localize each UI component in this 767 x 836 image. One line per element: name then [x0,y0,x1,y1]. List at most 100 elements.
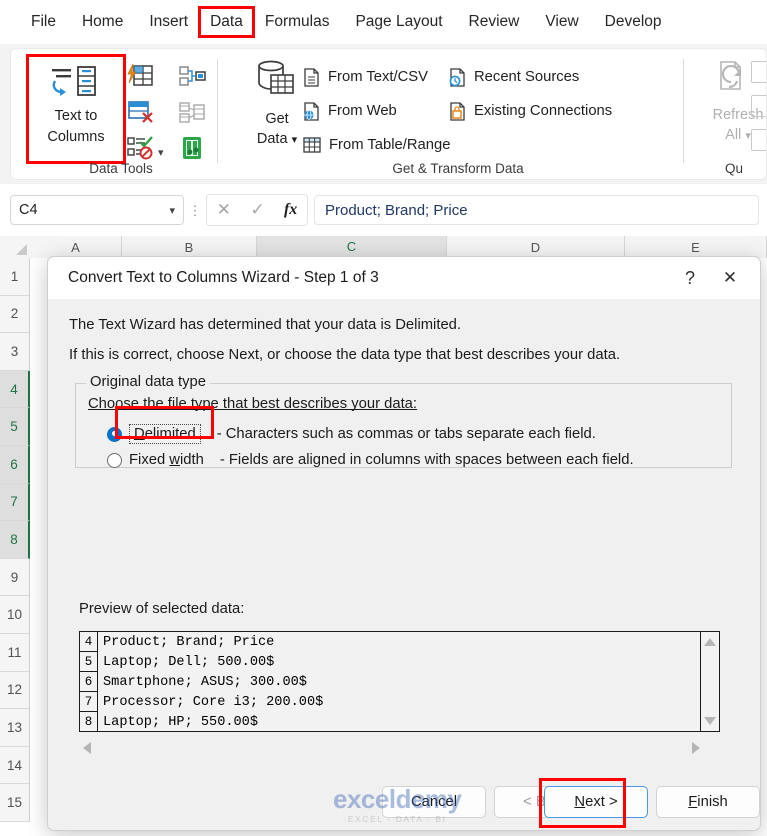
row-header-9[interactable]: 9 [0,558,30,597]
delimited-radio[interactable] [107,426,122,442]
row-header-2[interactable]: 2 [0,295,30,334]
preview-box[interactable]: 4 Product; Brand; Price 5 Laptop; Dell; … [79,631,720,732]
recent-sources-label: Recent Sources [474,69,580,85]
preview-row: 5 Laptop; Dell; 500.00$ [80,652,700,672]
row-header-15[interactable]: 15 [0,784,30,822]
recent-sources-icon [449,67,466,87]
finish-button[interactable]: Finish [656,786,760,818]
queries-stub-1[interactable] [751,61,766,83]
flash-fill-button[interactable] [123,61,157,91]
row-headers: 1 2 3 4 5 6 7 8 9 10 11 12 13 14 15 [0,258,30,822]
formula-bar-handle[interactable]: ⋮ [187,204,203,217]
refresh-all-chevron-down-icon[interactable]: ▾ [745,130,751,142]
name-box-chevron-down-icon[interactable]: ▾ [169,204,175,217]
column-header-e[interactable]: E [625,236,767,258]
tab-formulas[interactable]: Formulas [252,9,343,35]
close-icon[interactable]: ✕ [710,261,750,295]
row-header-1[interactable]: 1 [0,258,30,296]
refresh-all-label-line2: All ▾ [725,126,751,143]
get-data-chevron-down-icon[interactable]: ▾ [292,134,298,146]
preview-vertical-scrollbar[interactable] [700,632,719,731]
preview-row-number: 8 [80,712,98,731]
formula-input[interactable]: Product; Brand; Price [314,195,759,225]
tab-developer[interactable]: Develop [592,9,675,35]
original-data-type-groupbox: Original data type Choose the file type … [75,374,732,468]
scroll-left-arrow-icon[interactable] [83,742,91,754]
name-box[interactable]: C4 ▾ [10,195,184,225]
preview-row-number: 4 [80,632,98,652]
ribbon-group-queries: Refresh All ▾ Qu [689,51,766,179]
cancel-formula-icon[interactable]: ✕ [217,200,231,220]
tab-review[interactable]: Review [456,9,533,35]
row-header-5[interactable]: 5 [0,408,30,446]
column-header-b[interactable]: B [122,236,257,258]
row-header-11[interactable]: 11 [0,633,30,672]
row-header-8[interactable]: 8 [0,521,30,559]
from-text-csv-button[interactable]: From Text/CSV [303,63,428,91]
column-header-a[interactable]: A [30,236,122,258]
tab-page-layout[interactable]: Page Layout [342,9,455,35]
consolidate-button[interactable] [175,97,209,127]
row-header-10[interactable]: 10 [0,596,30,634]
column-header-c[interactable]: C [257,236,447,258]
recent-sources-button[interactable]: Recent Sources [449,63,579,91]
get-data-label-line1: Get [265,111,289,127]
preview-label: Preview of selected data: [79,601,245,617]
text-to-columns-icon [49,65,103,104]
row-header-12[interactable]: 12 [0,671,30,710]
scroll-down-arrow-icon[interactable] [704,717,716,725]
preview-horizontal-scrollbar[interactable] [79,740,720,758]
queries-stub-2[interactable] [751,95,766,117]
dialog-description-line-1: The Text Wizard has determined that your… [69,317,462,333]
scroll-right-arrow-icon[interactable] [692,742,700,754]
relationships-button[interactable] [175,61,209,91]
next-button[interactable]: Next > [544,786,648,818]
help-icon[interactable]: ? [670,261,710,295]
tab-insert[interactable]: Insert [136,9,201,35]
tab-data[interactable]: Data [198,6,255,38]
from-web-icon [303,101,320,121]
tab-home[interactable]: Home [69,9,136,35]
preview-row-number: 6 [80,672,98,692]
scroll-up-arrow-icon[interactable] [704,638,716,646]
existing-connections-icon [449,101,466,121]
preview-row-text: Laptop; HP; 550.00$ [103,714,258,730]
fixed-width-radio[interactable] [107,452,122,468]
data-validation-button[interactable] [123,133,157,163]
text-to-columns-label-line1: Text to [54,108,98,124]
row-header-13[interactable]: 13 [0,709,30,747]
row-header-4[interactable]: 4 [0,370,30,409]
cancel-button[interactable]: Cancel [382,786,486,818]
excel-window: File Home Insert Data Formulas Page Layo… [0,0,767,836]
manage-data-model-button[interactable] [175,133,209,163]
data-tools-group-label: Data Tools [89,161,153,176]
insert-function-icon[interactable]: fx [284,201,297,219]
option-delimited-row[interactable]: Delimited - Characters such as commas or… [107,424,596,444]
queries-stub-3[interactable] [751,129,766,151]
select-all-corner[interactable] [0,236,31,259]
text-to-columns-label-line2: Columns [47,128,105,145]
tab-view[interactable]: View [532,9,591,35]
from-table-range-button[interactable]: From Table/Range [303,131,450,159]
from-web-label: From Web [328,103,397,119]
row-header-14[interactable]: 14 [0,746,30,785]
confirm-formula-icon[interactable]: ✓ [250,200,264,220]
preview-row: 4 Product; Brand; Price [80,632,700,652]
dialog-title: Convert Text to Columns Wizard - Step 1 … [68,269,379,286]
option-fixed-width-row[interactable]: Fixed width - Fields are aligned in colu… [107,452,634,468]
row-header-3[interactable]: 3 [0,333,30,371]
ribbon-group-data-tools: Text to Columns ▾ Data Tools [15,51,227,179]
tab-file[interactable]: File [18,9,69,35]
row-header-6[interactable]: 6 [0,445,30,484]
text-to-columns-button[interactable]: Text to Columns [26,54,126,164]
remove-duplicates-button[interactable] [123,97,157,127]
preview-row: 7 Processor; Core i3; 200.00$ [80,692,700,712]
row-header-7[interactable]: 7 [0,483,30,522]
from-table-range-icon [303,136,321,154]
queries-group-label: Qu [724,161,743,176]
existing-connections-button[interactable]: Existing Connections [449,97,612,125]
existing-connections-label: Existing Connections [474,103,613,119]
column-header-d[interactable]: D [447,236,625,258]
from-web-button[interactable]: From Web [303,97,397,125]
data-validation-chevron-down-icon[interactable]: ▾ [158,146,164,159]
